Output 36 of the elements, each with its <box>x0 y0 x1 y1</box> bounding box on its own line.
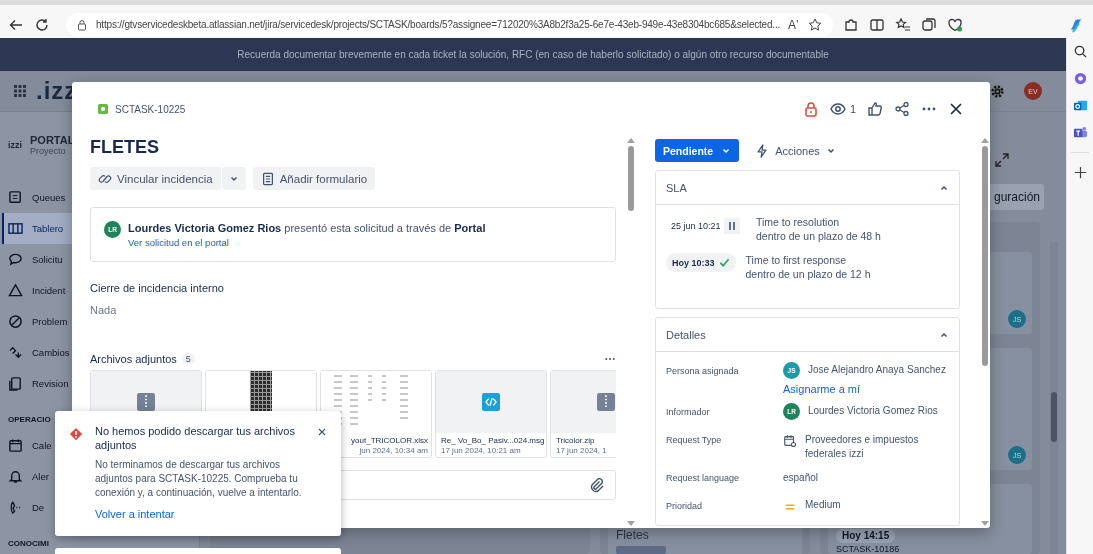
count-badge: 5 <box>181 353 195 365</box>
field-label: Cierre de incidencia interno <box>90 282 225 294</box>
card-title: Fletes <box>616 528 650 542</box>
project-type: Proyecto <box>30 146 67 156</box>
project-logo: izzi <box>8 140 22 150</box>
file-date: 17 jun 2024, 10:21 am <box>441 446 522 455</box>
card-key: SCTASK-10186 <box>836 544 1024 554</box>
field-label: Persona asignada <box>666 365 740 378</box>
reporter-text: Lourdes Victoria Gomez Rios presentó esta solicitud a través de Portal <box>128 221 486 234</box>
sla-time-badge: Hoy 10:33 <box>666 253 736 272</box>
sidebar-section-title: CONOCIMI <box>8 539 50 548</box>
field-label: Prioridad <box>666 500 704 513</box>
sla-goal: dentro de un plazo de 12 h <box>745 267 871 281</box>
notification-message: No terminamos de descargar tus archivos adjuntos para SCTASK-10225. Comprueba tu conexión y, a continuación, vuelve a intentarlo. <box>95 458 303 500</box>
sla-goal: dentro de un plazo de 48 h <box>756 229 881 243</box>
sla-name: Time to resolution <box>756 215 841 229</box>
project-name: PORTAL <box>30 134 75 146</box>
issue-title: FLETES <box>90 136 160 158</box>
attachments-label: Archivos adjuntos <box>90 353 177 365</box>
file-name: Re_ Vo_Bo_ Pasiv...024.msg <box>441 436 543 445</box>
file-date: 17 jun 2024, 1 <box>556 446 608 455</box>
panel-title: SLA <box>666 181 687 194</box>
field-label: Informador <box>666 406 711 419</box>
banner-text: Recuerda documentar brevemente en cada ticket la solución, RFC (en caso de haberlo solicitado) o algún otro recurso documentable <box>237 49 829 60</box>
file-name: Tricolor.zip <box>556 436 596 445</box>
sla-time: 25 jun 10:21 <box>670 221 721 231</box>
field-label: Request language <box>666 472 741 485</box>
file-date: jun 2024, 10:34 am <box>359 446 428 455</box>
sla-name: Time to first response <box>745 253 848 267</box>
sla-time-badge: Hoy 14:15 <box>836 529 896 543</box>
file-name: yout_TRICOLOR.xlsx <box>351 436 428 445</box>
field-label: Request Type <box>666 434 723 447</box>
url-text: https://gtvservicedeskbeta.atlassian.net/jira/servicedesk/projects/SCTASK/boards/5?assignee=712020%3A8b2f3a25-6e7e-43eb-949e-43e8304bc685&selected... <box>96 19 781 30</box>
panel-title: Detalles <box>666 328 706 341</box>
sidebar-section-title: OPERACIO <box>8 415 52 424</box>
notification-title: No hemos podido descargar tus archivos adjuntos <box>95 424 296 452</box>
